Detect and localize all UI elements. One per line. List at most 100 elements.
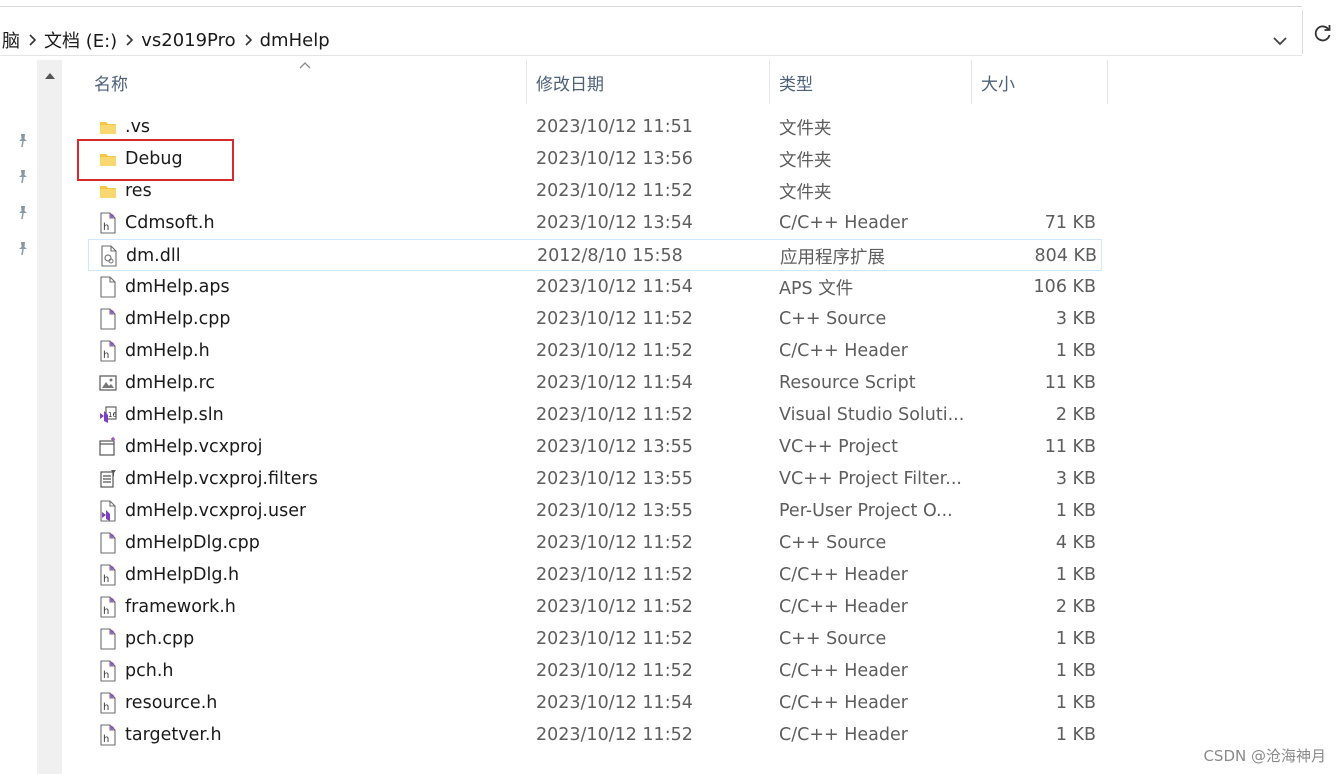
file-name: dmHelpDlg.h xyxy=(125,565,240,585)
file-size: 11 KB xyxy=(1044,437,1096,457)
file-date-modified: 2023/10/12 11:52 xyxy=(536,341,693,361)
file-size xyxy=(964,143,1096,175)
file-size: 1 KB xyxy=(1055,693,1096,713)
file-date-modified: 2023/10/12 11:54 xyxy=(536,693,693,713)
column-size-header[interactable]: 大小 xyxy=(971,60,1107,104)
header-file-icon: h xyxy=(98,596,118,618)
pin-icon[interactable] xyxy=(15,240,31,256)
file-date-modified: 2023/10/12 11:52 xyxy=(536,629,693,649)
file-list: 名称 修改日期 类型 大小 .vs 2023/10/12 11:51 文件夹 Debu… xyxy=(62,60,1339,774)
file-row[interactable]: h dmHelpDlg.h 2023/10/12 11:52 C/C++ Header… xyxy=(88,559,1102,591)
file-type: 文件夹 xyxy=(779,118,832,139)
chevron-right-icon[interactable] xyxy=(119,34,139,46)
column-name-header[interactable]: 名称 xyxy=(84,60,526,104)
file-size: 106 KB xyxy=(1033,277,1096,297)
file-type: C/C++ Header xyxy=(779,213,908,233)
file-size: 3 KB xyxy=(1055,469,1096,489)
file-type: VC++ Project xyxy=(779,437,898,457)
file-type: 文件夹 xyxy=(779,182,832,203)
breadcrumb-item-computer[interactable]: 脑 xyxy=(0,27,22,53)
scroll-up-button[interactable] xyxy=(37,62,62,90)
file-size xyxy=(964,111,1096,143)
file-type: C/C++ Header xyxy=(779,725,908,745)
column-type-header[interactable]: 类型 xyxy=(769,60,971,104)
file-date-modified: 2023/10/12 11:52 xyxy=(536,725,693,745)
file-row[interactable]: dmHelp.rc 2023/10/12 11:54 Resource Script… xyxy=(88,367,1102,399)
file-type: VC++ Project Filter... xyxy=(779,469,962,489)
breadcrumb-item-vs2019pro[interactable]: vs2019Pro xyxy=(139,30,237,51)
file-size: 2 KB xyxy=(1055,405,1096,425)
file-row[interactable]: h pch.h 2023/10/12 11:52 C/C++ Header 1 KB xyxy=(88,655,1102,687)
file-row[interactable]: Debug 2023/10/12 13:56 文件夹 xyxy=(88,143,1102,175)
file-row[interactable]: dmHelp.vcxproj.user 2023/10/12 13:55 Per-U… xyxy=(88,495,1102,527)
arrow-up-icon xyxy=(44,73,55,79)
file-row[interactable]: h Cdmsoft.h 2023/10/12 13:54 C/C++ Header 71… xyxy=(88,207,1102,239)
file-date-modified: 2023/10/12 13:56 xyxy=(536,149,693,169)
dll-file-icon xyxy=(99,245,119,267)
file-name: pch.h xyxy=(125,661,174,681)
file-date-modified: 2023/10/12 11:54 xyxy=(536,277,693,297)
file-row[interactable]: dmHelpDlg.cpp 2023/10/12 11:52 C++ Source 4… xyxy=(88,527,1102,559)
file-type: 应用程序扩展 xyxy=(780,247,885,268)
file-row[interactable]: dm.dll 2012/8/10 15:58 应用程序扩展 804 KB xyxy=(88,239,1102,271)
file-row[interactable]: h resource.h 2023/10/12 11:54 C/C++ Header 1… xyxy=(88,687,1102,719)
file-type: C/C++ Header xyxy=(779,661,908,681)
file-row[interactable]: dmHelp.cpp 2023/10/12 11:52 C++ Source 3 KB xyxy=(88,303,1102,335)
file-type: C++ Source xyxy=(779,629,887,649)
file-size: 1 KB xyxy=(1055,341,1096,361)
svg-text:h: h xyxy=(103,670,109,681)
file-type: C++ Source xyxy=(779,309,887,329)
cpp-file-icon xyxy=(98,308,118,330)
address-box[interactable]: 脑 文档 (E:) vs2019Pro dmHelp xyxy=(0,8,1302,56)
file-date-modified: 2012/8/10 15:58 xyxy=(537,246,683,266)
breadcrumb-item-drive[interactable]: 文档 (E:) xyxy=(42,27,119,53)
refresh-button[interactable] xyxy=(1308,18,1338,48)
file-size: 11 KB xyxy=(1044,373,1096,393)
address-bar-top-border xyxy=(0,6,1302,7)
svg-text:h: h xyxy=(103,350,109,361)
pin-icon[interactable] xyxy=(15,168,31,184)
pin-icon[interactable] xyxy=(15,204,31,220)
file-type: C/C++ Header xyxy=(779,341,908,361)
breadcrumb-item-dmhelp[interactable]: dmHelp xyxy=(258,30,332,51)
file-row[interactable]: h framework.h 2023/10/12 11:52 C/C++ Header… xyxy=(88,591,1102,623)
file-name: dmHelp.sln xyxy=(125,405,224,425)
file-row[interactable]: dmHelp.aps 2023/10/12 11:54 APS 文件 106 KB xyxy=(88,271,1102,303)
file-date-modified: 2023/10/12 11:52 xyxy=(536,405,693,425)
column-date-header[interactable]: 修改日期 xyxy=(526,60,769,104)
file-date-modified: 2023/10/12 11:52 xyxy=(536,309,693,329)
file-name: .vs xyxy=(125,117,151,137)
file-date-modified: 2023/10/12 11:52 xyxy=(536,597,693,617)
chevron-right-icon[interactable] xyxy=(22,34,42,46)
file-row[interactable]: dmHelp.vcxproj 2023/10/12 13:55 VC++ Proje… xyxy=(88,431,1102,463)
svg-text:h: h xyxy=(103,734,109,745)
file-date-modified: 2023/10/12 11:52 xyxy=(536,661,693,681)
chevron-right-icon[interactable] xyxy=(238,34,258,46)
pin-icon[interactable] xyxy=(15,132,31,148)
file-row[interactable]: 16 dmHelp.sln 2023/10/12 11:52 Visual Studi… xyxy=(88,399,1102,431)
address-divider xyxy=(1302,10,1303,54)
chevron-down-icon xyxy=(1273,37,1287,46)
solution-file-icon: 16 xyxy=(98,404,118,426)
file-date-modified: 2023/10/12 11:54 xyxy=(536,373,693,393)
blank-file-icon xyxy=(98,276,118,298)
project-file-icon xyxy=(98,436,118,458)
file-name: framework.h xyxy=(125,597,236,617)
file-date-modified: 2023/10/12 13:55 xyxy=(536,437,693,457)
file-date-modified: 2023/10/12 11:52 xyxy=(536,565,693,585)
navigation-scrollbar[interactable] xyxy=(37,60,62,774)
file-row[interactable]: res 2023/10/12 11:52 文件夹 xyxy=(88,175,1102,207)
svg-text:h: h xyxy=(103,222,109,233)
file-row[interactable]: pch.cpp 2023/10/12 11:52 C++ Source 1 KB xyxy=(88,623,1102,655)
column-header: 名称 修改日期 类型 大小 xyxy=(62,60,1112,104)
file-size: 1 KB xyxy=(1055,725,1096,745)
file-name: dmHelp.vcxproj xyxy=(125,437,263,457)
file-row[interactable]: h targetver.h 2023/10/12 11:52 C/C++ Header… xyxy=(88,719,1102,751)
address-history-dropdown[interactable] xyxy=(1266,28,1294,54)
file-row[interactable]: .vs 2023/10/12 11:51 文件夹 xyxy=(88,111,1102,143)
column-divider[interactable] xyxy=(1107,60,1108,104)
file-name: dmHelp.h xyxy=(125,341,210,361)
file-name: dmHelp.rc xyxy=(125,373,216,393)
file-row[interactable]: h dmHelp.h 2023/10/12 11:52 C/C++ Header 1 K… xyxy=(88,335,1102,367)
file-row[interactable]: dmHelp.vcxproj.filters 2023/10/12 13:55 VC… xyxy=(88,463,1102,495)
